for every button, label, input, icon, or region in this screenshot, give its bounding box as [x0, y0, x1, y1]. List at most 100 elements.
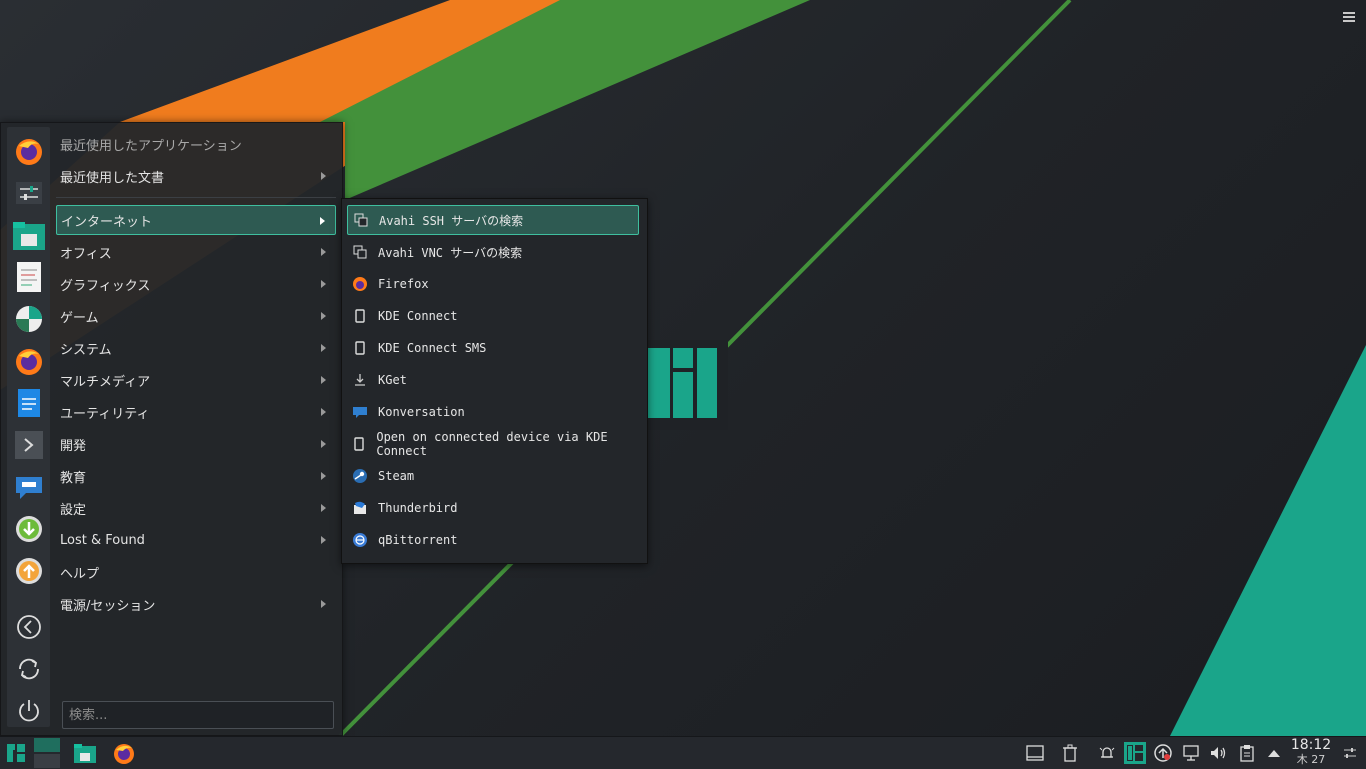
- menu-item-label: 最近使用したアプリケーション: [60, 138, 242, 154]
- menu-item-label: ヘルプ: [60, 566, 100, 582]
- clock-time: 18:12: [1290, 737, 1332, 753]
- disk-usage-icon[interactable]: [13, 303, 45, 335]
- menu-item-utilities[interactable]: ユーティリティ: [56, 397, 336, 427]
- menu-item-development[interactable]: 開発: [56, 429, 336, 459]
- submenu-item-label: KDE Connect SMS: [378, 341, 487, 355]
- menu-item-label: 電源/セッション: [60, 598, 156, 614]
- menu-item-education[interactable]: 教育: [56, 461, 336, 491]
- menu-item-label: 開発: [60, 438, 87, 454]
- submenu-arrow-icon: [321, 344, 326, 352]
- menu-item-recent-documents[interactable]: 最近使用した文書: [56, 161, 336, 191]
- konversation-icon[interactable]: [13, 471, 45, 503]
- desktop-menu-button[interactable]: [1338, 6, 1360, 28]
- menu-item-label: グラフィックス: [60, 278, 151, 294]
- submenu-arrow-icon: [321, 312, 326, 320]
- download-icon[interactable]: [13, 513, 45, 545]
- submenu-item-label: Open on connected device via KDE Connect: [376, 430, 608, 458]
- submenu-item-kde-connect-sms[interactable]: KDE Connect SMS: [347, 333, 639, 363]
- file-manager-icon[interactable]: [73, 741, 97, 765]
- menu-item-label: インターネット: [61, 214, 153, 230]
- terminal-icon[interactable]: [13, 429, 45, 461]
- menu-item-office[interactable]: オフィス: [56, 237, 336, 267]
- manjaro-menu-icon[interactable]: [4, 741, 28, 765]
- submenu-item-label: qBittorrent: [378, 533, 458, 547]
- back-icon[interactable]: [13, 611, 45, 643]
- submenu-item-steam[interactable]: Steam: [347, 461, 639, 491]
- menu-item-help[interactable]: ヘルプ: [56, 557, 336, 587]
- menu-item-internet[interactable]: インターネット: [56, 205, 336, 235]
- phone-icon: [351, 435, 367, 453]
- menu-item-label: 最近使用した文書: [60, 170, 165, 186]
- clipboard-icon[interactable]: [1235, 741, 1259, 765]
- search-input[interactable]: [62, 701, 334, 729]
- power-icon[interactable]: [13, 695, 45, 727]
- submenu-item-label: KDE Connect: [378, 309, 458, 323]
- menu-item-label: 教育: [60, 470, 87, 486]
- download-icon: [351, 371, 369, 389]
- submenu-item-label: Avahi SSH サーバの検索: [379, 213, 524, 228]
- submenu-item-kget[interactable]: KGet: [347, 365, 639, 395]
- manjaro-settings-icon[interactable]: [1123, 741, 1147, 765]
- volume-icon[interactable]: [1206, 741, 1230, 765]
- menu-item-multimedia[interactable]: マルチメディア: [56, 365, 336, 395]
- menu-item-label: オフィス: [60, 246, 112, 262]
- qbittorrent-icon: [351, 531, 369, 549]
- phone-icon: [351, 307, 369, 325]
- text-editor-icon[interactable]: [13, 261, 45, 293]
- trash-icon[interactable]: [1058, 741, 1082, 765]
- pager-icon[interactable]: [34, 738, 60, 768]
- submenu-item-qbittorrent[interactable]: qBittorrent: [347, 525, 639, 555]
- submenu-item-firefox[interactable]: Firefox: [347, 269, 639, 299]
- submenu-item-avahi-ssh[interactable]: Avahi SSH サーバの検索: [347, 205, 639, 235]
- recent-applications-header[interactable]: 最近使用したアプリケーション: [56, 129, 336, 159]
- chat-icon: [351, 403, 369, 421]
- panel-settings-icon[interactable]: [1338, 741, 1362, 765]
- submenu-item-kde-connect[interactable]: KDE Connect: [347, 301, 639, 331]
- submenu-arrow-icon: [321, 408, 326, 416]
- submenu-arrow-icon: [321, 600, 326, 608]
- menu-item-games[interactable]: ゲーム: [56, 301, 336, 331]
- menu-item-system[interactable]: システム: [56, 333, 336, 363]
- menu-item-graphics[interactable]: グラフィックス: [56, 269, 336, 299]
- submenu-item-avahi-vnc[interactable]: Avahi VNC サーバの検索: [347, 237, 639, 267]
- taskbar: 18:12 木 27: [0, 736, 1366, 769]
- show-desktop-icon[interactable]: [1023, 741, 1047, 765]
- submenu-item-open-on-device[interactable]: Open on connected device via KDE Connect: [347, 429, 639, 459]
- firefox-icon: [351, 275, 369, 293]
- menu-item-label: Lost & Found: [60, 532, 145, 548]
- submenu-arrow-icon: [321, 472, 326, 480]
- notifications-icon[interactable]: [1095, 741, 1119, 765]
- menu-item-label: ユーティリティ: [60, 406, 150, 422]
- remote-icon: [351, 243, 369, 261]
- firefox-icon[interactable]: [112, 741, 136, 765]
- update-icon[interactable]: [1151, 741, 1175, 765]
- update-icon[interactable]: [13, 555, 45, 587]
- thunderbird-icon: [351, 499, 369, 517]
- submenu-arrow-icon: [320, 217, 325, 225]
- menu-item-power-session[interactable]: 電源/セッション: [56, 589, 336, 619]
- firefox-icon[interactable]: [13, 345, 45, 377]
- remote-icon: [352, 211, 370, 229]
- phone-icon: [351, 339, 369, 357]
- submenu-item-label: KGet: [378, 373, 407, 387]
- clock[interactable]: 18:12 木 27: [1288, 737, 1334, 767]
- menu-item-label: システム: [60, 342, 112, 358]
- internet-submenu: Avahi SSH サーバの検索 Avahi VNC サーバの検索 Firefo…: [341, 198, 648, 564]
- submenu-arrow-icon: [321, 536, 326, 544]
- menu-item-settings[interactable]: 設定: [56, 493, 336, 523]
- submenu-item-thunderbird[interactable]: Thunderbird: [347, 493, 639, 523]
- submenu-item-label: Konversation: [378, 405, 465, 419]
- network-icon[interactable]: [1179, 741, 1203, 765]
- application-launcher: 最近使用したアプリケーション 最近使用した文書 インターネット オフィス グラフ…: [0, 122, 343, 736]
- menu-separator: [56, 197, 336, 198]
- submenu-item-konversation[interactable]: Konversation: [347, 397, 639, 427]
- expand-tray-icon[interactable]: [1262, 741, 1286, 765]
- submenu-item-label: Firefox: [378, 277, 429, 291]
- firefox-icon[interactable]: [13, 135, 45, 167]
- document-icon[interactable]: [13, 387, 45, 419]
- refresh-icon[interactable]: [13, 653, 45, 685]
- settings-sliders-icon[interactable]: [13, 177, 45, 209]
- file-manager-icon[interactable]: [13, 219, 45, 251]
- submenu-arrow-icon: [321, 376, 326, 384]
- menu-item-lost-and-found[interactable]: Lost & Found: [56, 525, 336, 555]
